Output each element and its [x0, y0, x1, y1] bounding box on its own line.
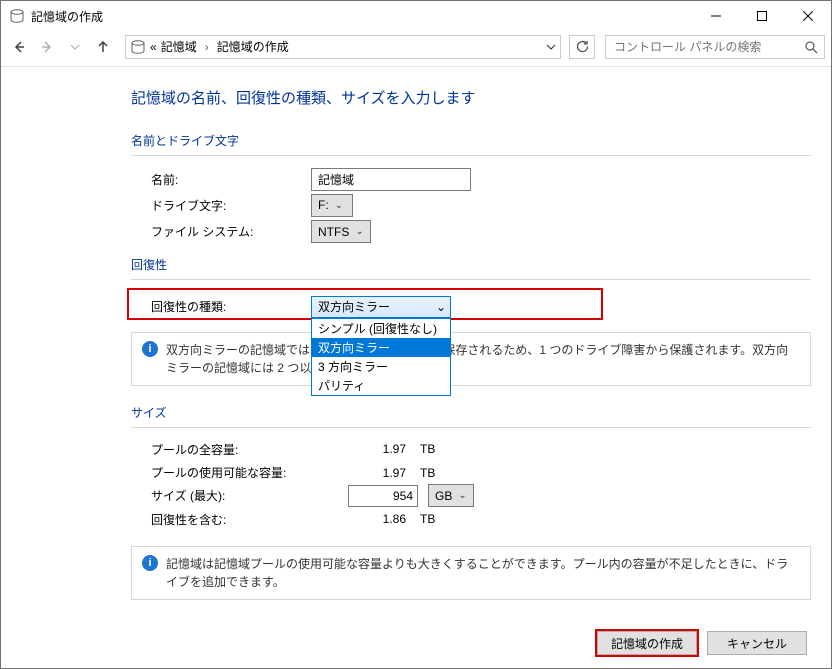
total-value: 1.97: [346, 442, 406, 456]
chevron-down-icon: ⌄: [436, 300, 446, 314]
avail-unit: TB: [420, 466, 450, 480]
address-bar[interactable]: « 記憶域 › 記憶域の作成: [125, 35, 561, 59]
window-title: 記憶域の作成: [31, 8, 693, 25]
chevron-down-icon: ⌄: [458, 490, 466, 501]
group-resiliency-title: 回復性: [131, 256, 811, 273]
info-icon: i: [142, 555, 158, 571]
search-icon: [804, 40, 818, 54]
chevron-down-icon: ⌄: [335, 200, 343, 211]
up-button[interactable]: [91, 35, 115, 59]
size-info: i 記憶域は記憶域プールの使用可能な容量よりも大きくすることができます。プール内…: [131, 546, 811, 600]
max-size-input[interactable]: [348, 485, 418, 507]
resiliency-type-value: 双方向ミラー: [318, 298, 390, 315]
resiliency-area: 回復性の種類: 双方向ミラー ⌄ シンプル (回復性なし) 双方向ミラー 3 方…: [131, 290, 811, 404]
minimize-button[interactable]: [693, 1, 739, 31]
app-icon: [9, 8, 25, 24]
search-input[interactable]: [612, 39, 804, 55]
info-icon: i: [142, 341, 158, 357]
history-dropdown[interactable]: [63, 35, 87, 59]
group-name-title: 名前とドライブ文字: [131, 132, 811, 149]
resiliency-dropdown[interactable]: シンプル (回復性なし) 双方向ミラー 3 方向ミラー パリティ: [311, 318, 451, 396]
avail-value: 1.97: [346, 466, 406, 480]
drives-icon: [130, 39, 146, 55]
back-button[interactable]: [7, 35, 31, 59]
drive-value: F:: [318, 198, 329, 212]
fs-value: NTFS: [318, 225, 349, 239]
avail-label: プールの使用可能な容量:: [131, 464, 346, 481]
footer: 記憶域の作成 キャンセル: [1, 618, 831, 668]
navbar: « 記憶域 › 記憶域の作成: [1, 31, 831, 67]
incl-resi-value: 1.86: [346, 512, 406, 526]
group-size-title: サイズ: [131, 404, 811, 421]
page-heading: 記憶域の名前、回復性の種類、サイズを入力します: [131, 87, 811, 108]
option-two-way-mirror[interactable]: 双方向ミラー: [312, 338, 450, 357]
address-dropdown-icon[interactable]: [546, 42, 556, 52]
total-unit: TB: [420, 442, 450, 456]
resiliency-info-text: 双方向ミラーの記憶域では、データのコピーが 2 つ保存されるため、1 つのドライ…: [166, 341, 800, 377]
option-parity[interactable]: パリティ: [312, 376, 450, 395]
resiliency-info: i 双方向ミラーの記憶域では、データのコピーが 2 つ保存されるため、1 つのド…: [131, 332, 811, 386]
name-label: 名前:: [131, 171, 311, 188]
page-body: 記憶域の名前、回復性の種類、サイズを入力します 名前とドライブ文字 名前: ドラ…: [1, 67, 831, 618]
breadcrumb-2[interactable]: 記憶域の作成: [217, 38, 289, 55]
max-size-unit: GB: [435, 489, 452, 503]
fs-select[interactable]: NTFS ⌄: [311, 220, 371, 243]
option-three-way-mirror[interactable]: 3 方向ミラー: [312, 357, 450, 376]
window: 記憶域の作成 « 記憶域 › 記憶域の作成 記憶域の名前、回復性の種類、サイズを…: [0, 0, 832, 669]
create-button[interactable]: 記憶域の作成: [597, 631, 697, 655]
chevron-down-icon: ⌄: [355, 226, 363, 237]
incl-resi-unit: TB: [420, 512, 450, 526]
option-simple[interactable]: シンプル (回復性なし): [312, 319, 450, 338]
maximize-button[interactable]: [739, 1, 785, 31]
total-label: プールの全容量:: [131, 441, 346, 458]
close-button[interactable]: [785, 1, 831, 31]
window-buttons: [693, 1, 831, 31]
breadcrumb-sep: ›: [205, 40, 209, 54]
drive-select[interactable]: F: ⌄: [311, 194, 353, 217]
search-box[interactable]: [605, 35, 825, 59]
resiliency-type-label: 回復性の種類:: [131, 298, 311, 315]
max-size-unit-select[interactable]: GB ⌄: [428, 484, 474, 507]
breadcrumb-prefix: «: [150, 40, 157, 54]
breadcrumb-1[interactable]: 記憶域: [161, 38, 197, 55]
max-label: サイズ (最大):: [131, 487, 346, 504]
forward-button[interactable]: [35, 35, 59, 59]
cancel-button[interactable]: キャンセル: [707, 631, 807, 655]
drive-label: ドライブ文字:: [131, 197, 311, 214]
fs-label: ファイル システム:: [131, 223, 311, 240]
name-input[interactable]: [311, 168, 471, 191]
titlebar: 記憶域の作成: [1, 1, 831, 31]
resiliency-type-select[interactable]: 双方向ミラー ⌄: [311, 296, 451, 318]
refresh-button[interactable]: [569, 35, 595, 59]
incl-resi-label: 回復性を含む:: [131, 511, 346, 528]
size-info-text: 記憶域は記憶域プールの使用可能な容量よりも大きくすることができます。プール内の容…: [166, 555, 800, 591]
